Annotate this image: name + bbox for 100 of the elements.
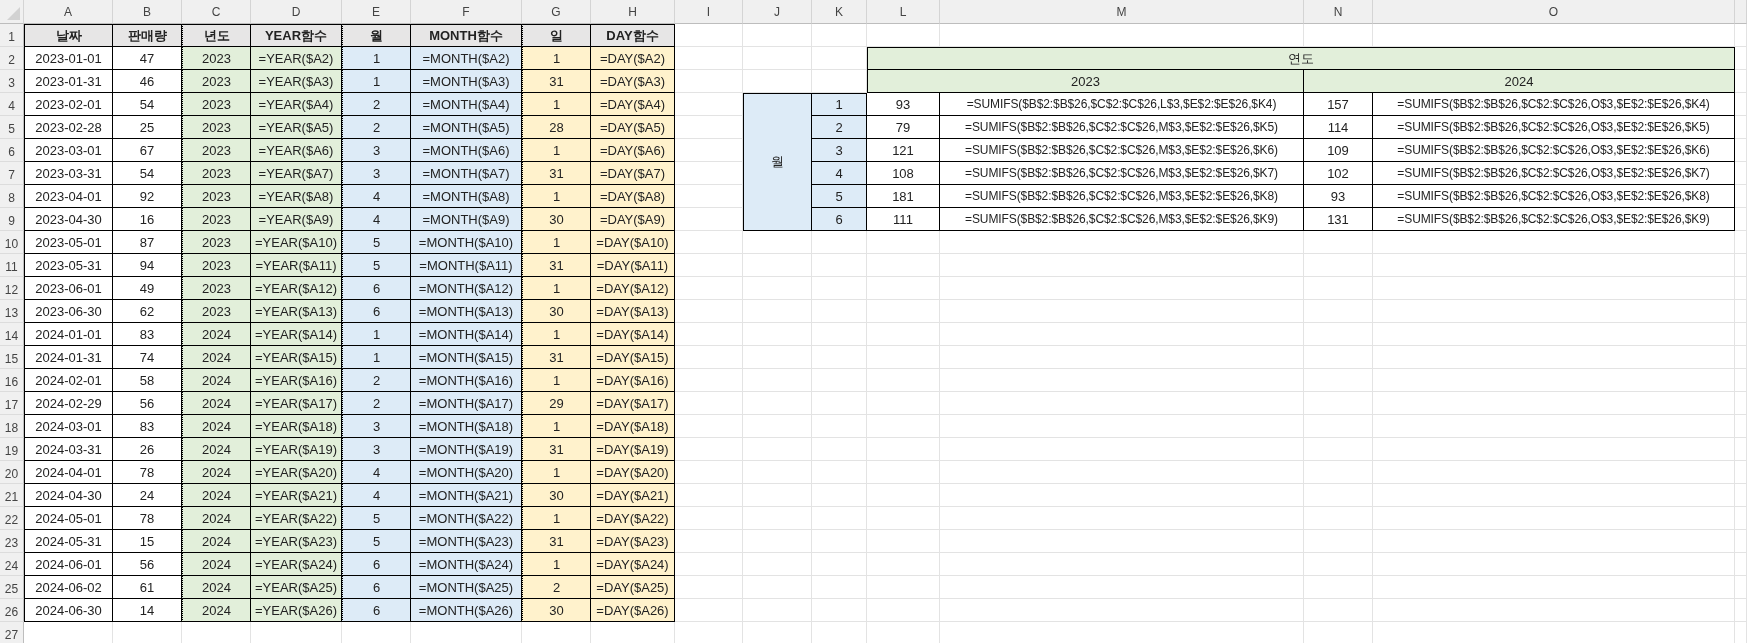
row-number[interactable]: 21 xyxy=(0,484,24,507)
row-number[interactable]: 22 xyxy=(0,507,24,530)
table-cell: 30 xyxy=(522,484,591,507)
table-cell: 2023-02-01 xyxy=(24,93,113,116)
row-number[interactable]: 17 xyxy=(0,392,24,415)
column-header[interactable]: N xyxy=(1304,0,1373,24)
table-cell: =YEAR($A21) xyxy=(251,484,342,507)
table-cell: =MONTH($A22) xyxy=(411,507,522,530)
table-cell: 121 xyxy=(867,139,940,162)
header-cell: 일 xyxy=(522,24,591,47)
row-number[interactable]: 1 xyxy=(0,24,24,47)
table-cell: 1 xyxy=(522,231,591,254)
column-header[interactable]: O xyxy=(1373,0,1735,24)
table-cell: 79 xyxy=(867,116,940,139)
table-cell: 2023 xyxy=(182,231,251,254)
table-cell: =YEAR($A8) xyxy=(251,185,342,208)
column-header[interactable]: M xyxy=(940,0,1304,24)
table-cell: 5 xyxy=(342,254,411,277)
row-number[interactable]: 10 xyxy=(0,231,24,254)
table-cell: =MONTH($A3) xyxy=(411,70,522,93)
row-number[interactable]: 2 xyxy=(0,47,24,70)
table-cell: =DAY($A19) xyxy=(591,438,675,461)
header-cell: 판매량 xyxy=(113,24,182,47)
table-cell: 47 xyxy=(113,47,182,70)
table-cell: 2 xyxy=(342,392,411,415)
row-number[interactable]: 23 xyxy=(0,530,24,553)
column-header[interactable]: B xyxy=(113,0,182,24)
table-cell: 87 xyxy=(113,231,182,254)
column-header[interactable]: J xyxy=(743,0,812,24)
table-cell: =MONTH($A5) xyxy=(411,116,522,139)
table-cell: =DAY($A7) xyxy=(591,162,675,185)
table-cell: 1 xyxy=(522,323,591,346)
table-cell: 30 xyxy=(522,208,591,231)
column-header[interactable]: E xyxy=(342,0,411,24)
table-cell: =DAY($A24) xyxy=(591,553,675,576)
row-number[interactable]: 15 xyxy=(0,346,24,369)
table-cell: 2024 xyxy=(182,369,251,392)
table-cell: 1 xyxy=(812,93,867,116)
table-cell: =MONTH($A12) xyxy=(411,277,522,300)
row-number[interactable]: 5 xyxy=(0,116,24,139)
row-number[interactable]: 20 xyxy=(0,461,24,484)
table-cell: =YEAR($A14) xyxy=(251,323,342,346)
table-cell: =YEAR($A22) xyxy=(251,507,342,530)
table-cell: 2023 xyxy=(182,139,251,162)
table-cell: 1 xyxy=(342,47,411,70)
table-cell: 2023-06-01 xyxy=(24,277,113,300)
column-header[interactable]: L xyxy=(867,0,940,24)
table-cell: =MONTH($A19) xyxy=(411,438,522,461)
column-header[interactable]: H xyxy=(591,0,675,24)
row-number[interactable]: 7 xyxy=(0,162,24,185)
row-number[interactable]: 27 xyxy=(0,622,24,643)
row-number[interactable]: 14 xyxy=(0,323,24,346)
table-cell: 62 xyxy=(113,300,182,323)
row-number[interactable]: 24 xyxy=(0,553,24,576)
table-cell: 2 xyxy=(342,116,411,139)
table-cell: =SUMIFS($B$2:$B$26,$C$2:$C$26,O$3,$E$2:$E$26,$K5) xyxy=(1373,116,1735,139)
table-cell: 31 xyxy=(522,530,591,553)
table-cell: 24 xyxy=(113,484,182,507)
table-cell: 25 xyxy=(113,116,182,139)
table-cell: =MONTH($A2) xyxy=(411,47,522,70)
table-cell: 4 xyxy=(342,484,411,507)
table-cell: 2024 xyxy=(182,576,251,599)
row-number[interactable]: 11 xyxy=(0,254,24,277)
row-number[interactable]: 8 xyxy=(0,185,24,208)
table-cell: 2024-05-01 xyxy=(24,507,113,530)
table-cell: 109 xyxy=(1304,139,1373,162)
table-cell: =SUMIFS($B$2:$B$26,$C$2:$C$26,L$3,$E$2:$E$26,$K4) xyxy=(940,93,1304,116)
row-number[interactable]: 16 xyxy=(0,369,24,392)
table-cell: 2023 xyxy=(182,185,251,208)
column-header[interactable]: D xyxy=(251,0,342,24)
header-cell: 날짜 xyxy=(24,24,113,47)
row-number[interactable]: 12 xyxy=(0,277,24,300)
row-number[interactable]: 6 xyxy=(0,139,24,162)
column-header[interactable]: A xyxy=(24,0,113,24)
table-cell: 31 xyxy=(522,254,591,277)
column-header[interactable]: I xyxy=(675,0,743,24)
row-number[interactable]: 3 xyxy=(0,70,24,93)
row-number[interactable]: 13 xyxy=(0,300,24,323)
row-number[interactable]: 25 xyxy=(0,576,24,599)
row-number[interactable]: 4 xyxy=(0,93,24,116)
column-header[interactable]: G xyxy=(522,0,591,24)
table-cell: 2024 xyxy=(182,346,251,369)
row-number[interactable]: 9 xyxy=(0,208,24,231)
table-cell: =DAY($A6) xyxy=(591,139,675,162)
table-cell: 93 xyxy=(867,93,940,116)
row-number[interactable]: 26 xyxy=(0,599,24,622)
column-header[interactable]: K xyxy=(812,0,867,24)
column-header[interactable]: F xyxy=(411,0,522,24)
column-header[interactable]: C xyxy=(182,0,251,24)
table-cell: 2023 xyxy=(182,162,251,185)
table-cell: 2023-02-28 xyxy=(24,116,113,139)
table-cell: =YEAR($A16) xyxy=(251,369,342,392)
table-cell: =DAY($A25) xyxy=(591,576,675,599)
table-cell: 1 xyxy=(522,139,591,162)
table-cell: 108 xyxy=(867,162,940,185)
table-cell: =MONTH($A13) xyxy=(411,300,522,323)
table-cell: 3 xyxy=(342,139,411,162)
row-number[interactable]: 18 xyxy=(0,415,24,438)
table-cell: 78 xyxy=(113,461,182,484)
row-number[interactable]: 19 xyxy=(0,438,24,461)
